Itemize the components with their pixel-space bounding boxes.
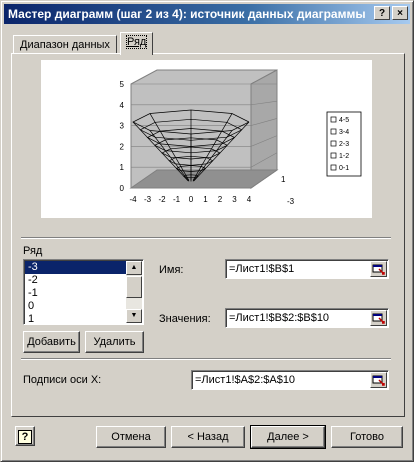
series-list-item[interactable]: 0 — [25, 300, 127, 313]
help-button[interactable]: ? — [15, 426, 35, 446]
series-list-item[interactable]: -3 — [25, 261, 127, 274]
series-list[interactable]: -3 -2 -1 0 1 ▲ ▼ — [23, 259, 144, 325]
tab-series-label: Ряд — [125, 35, 148, 49]
chart-wizard-dialog: Мастер диаграмм (шаг 2 из 4): источник д… — [0, 0, 414, 462]
remove-series-button[interactable]: Удалить — [85, 331, 144, 353]
scroll-down-icon[interactable]: ▼ — [126, 309, 142, 323]
y-tick-label: 3 — [120, 122, 125, 131]
name-field-value: =Лист1!$B$1 — [229, 263, 295, 275]
series-scrollbar[interactable]: ▲ ▼ — [126, 261, 142, 323]
legend-entry: 0-1 — [339, 165, 349, 172]
depth-tick-label: -3 — [287, 197, 295, 206]
legend-swatch — [330, 164, 337, 171]
title-bar[interactable]: Мастер диаграмм (шаг 2 из 4): источник д… — [4, 4, 410, 24]
scroll-thumb[interactable] — [126, 276, 142, 298]
tab-data-range[interactable]: Диапазон данных — [13, 35, 117, 55]
help-title-button[interactable]: ? — [374, 6, 390, 20]
legend-swatch — [330, 116, 337, 123]
values-field-value: =Лист1!$B$2:$B$10 — [229, 312, 330, 324]
values-field[interactable]: =Лист1!$B$2:$B$10 — [225, 308, 389, 328]
collapse-dialog-icon[interactable] — [370, 310, 387, 326]
cancel-button[interactable]: Отмена — [96, 426, 166, 448]
y-tick-label: 0 — [120, 184, 125, 193]
series-list-item[interactable]: -1 — [25, 287, 127, 300]
legend-swatch — [330, 128, 337, 135]
x-tick-label: 1 — [203, 195, 208, 204]
collapse-dialog-icon[interactable] — [370, 261, 387, 277]
x-tick-label: -1 — [173, 195, 181, 204]
legend-swatch — [330, 140, 337, 147]
x-labels-field[interactable]: =Лист1!$A$2:$A$10 — [191, 370, 389, 390]
tab-series[interactable]: Ряд — [120, 32, 154, 55]
help-icon: ? — [18, 430, 32, 444]
depth-tick-label: 1 — [281, 175, 286, 184]
add-series-button[interactable]: Добавить — [23, 331, 80, 353]
legend-entry: 4-5 — [339, 117, 349, 124]
name-label: Имя: — [159, 264, 184, 276]
x-tick-label: 3 — [232, 195, 237, 204]
x-tick-label: -2 — [158, 195, 166, 204]
close-icon[interactable]: × — [392, 6, 408, 20]
x-tick-label: 0 — [189, 195, 194, 204]
separator-top — [21, 237, 391, 239]
collapse-dialog-icon[interactable] — [370, 372, 387, 388]
series-items: -3 -2 -1 0 1 — [25, 261, 127, 326]
values-label: Значения: — [159, 313, 211, 325]
back-button[interactable]: < Назад — [171, 426, 245, 448]
name-field[interactable]: =Лист1!$B$1 — [225, 259, 389, 279]
y-tick-label: 1 — [120, 163, 125, 172]
legend-entry: 3-4 — [339, 129, 349, 136]
y-tick-label: 5 — [120, 80, 125, 89]
window-title: Мастер диаграмм (шаг 2 из 4): источник д… — [8, 7, 366, 21]
x-labels-field-value: =Лист1!$A$2:$A$10 — [195, 374, 296, 386]
chart-preview: 0 1 2 3 4 5 -4 -3 -2 -1 0 1 2 3 4 1 -3 4-5 3-4 2-3 1-2 0-1 — [41, 60, 372, 218]
legend-swatch — [330, 152, 337, 159]
x-tick-label: 4 — [247, 195, 252, 204]
finish-button[interactable]: Готово — [331, 426, 403, 448]
legend-entry: 2-3 — [339, 141, 349, 148]
x-labels-label: Подписи оси X: — [23, 374, 102, 386]
series-list-item[interactable]: -2 — [25, 274, 127, 287]
surface-chart: 012345-4 -3 -2 -1 0 1 2 3 41-34-53-42-31-20-1 — [120, 69, 362, 206]
x-tick-label: 2 — [218, 195, 223, 204]
series-label: Ряд — [23, 245, 43, 257]
x-tick-label: -3 — [144, 195, 152, 204]
scroll-up-icon[interactable]: ▲ — [126, 261, 142, 275]
separator-bottom — [21, 358, 391, 360]
x-tick-label: -4 — [129, 195, 137, 204]
legend-entry: 1-2 — [339, 153, 349, 160]
y-tick-label: 4 — [120, 101, 125, 110]
series-list-item[interactable]: 1 — [25, 313, 127, 326]
next-button[interactable]: Далее > — [250, 425, 326, 449]
y-tick-label: 2 — [120, 142, 125, 151]
